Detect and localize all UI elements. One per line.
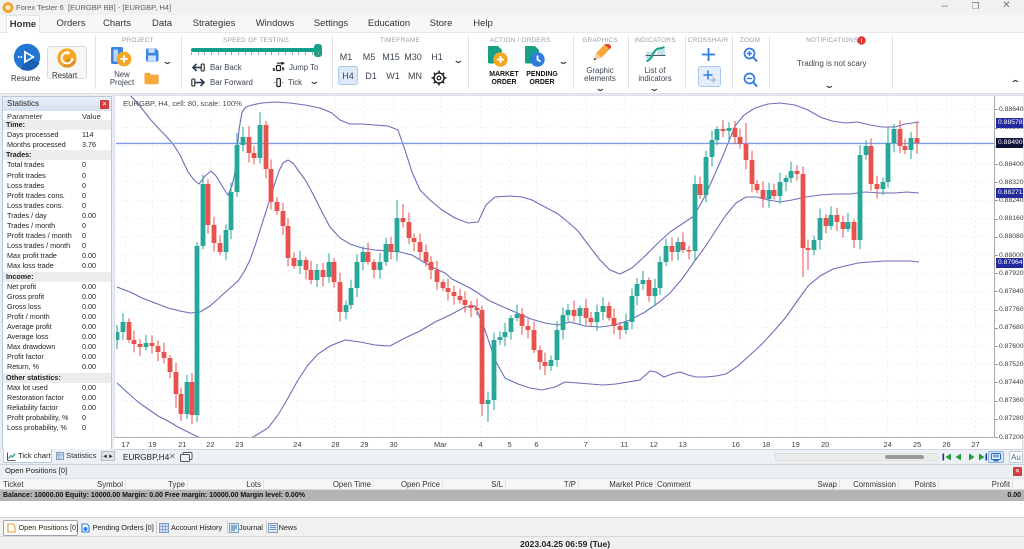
svg-text:!: ! <box>861 38 863 45</box>
